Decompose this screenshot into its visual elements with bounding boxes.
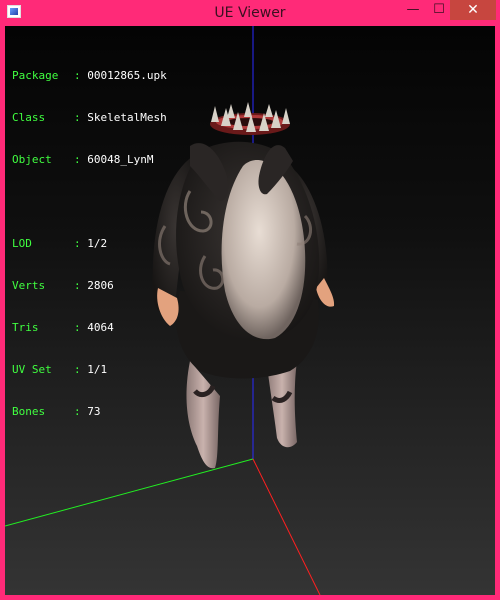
info-key: Object	[12, 153, 52, 166]
info-key: Tris	[12, 321, 39, 334]
info-key: UV Set	[12, 363, 52, 376]
x-axis-line	[252, 458, 321, 595]
y-axis-line	[5, 458, 254, 527]
ue-viewer-window: UE Viewer — ☐ ✕ Package: 00012865.upk C…	[0, 0, 500, 600]
info-key: Bones	[12, 405, 46, 418]
info-value: 00012865.upk	[87, 69, 167, 82]
info-row-uv-set: UV Set: 1/1	[12, 363, 108, 376]
info-row-package: Package: 00012865.upk	[12, 69, 167, 82]
info-row-verts: Verts: 2806	[12, 279, 114, 292]
info-value: SkeletalMesh	[87, 111, 167, 124]
maximize-button[interactable]: ☐	[426, 0, 452, 20]
info-value: 73	[87, 405, 101, 418]
info-row-bones: Bones: 73	[12, 405, 101, 418]
info-row-tris: Tris: 4064	[12, 321, 114, 334]
title-bar[interactable]: UE Viewer — ☐ ✕	[0, 0, 500, 26]
info-key: Package	[12, 69, 59, 82]
info-value: 1/1	[87, 363, 108, 376]
skeletal-mesh-model	[152, 102, 335, 469]
minimize-button[interactable]: —	[400, 0, 426, 20]
info-row-lod: LOD: 1/2	[12, 237, 108, 250]
info-key: Class	[12, 111, 46, 124]
info-key: Verts	[12, 279, 46, 292]
mesh-info-overlay: Package: 00012865.upk Class: SkeletalMes…	[12, 41, 167, 447]
info-row-object: Object: 60048_LynM	[12, 153, 154, 166]
3d-viewport[interactable]: Package: 00012865.upk Class: SkeletalMes…	[5, 26, 495, 595]
close-button[interactable]: ✕	[450, 0, 496, 20]
info-row-class: Class: SkeletalMesh	[12, 111, 167, 124]
info-value: 4064	[87, 321, 114, 334]
info-key: LOD	[12, 237, 32, 250]
info-value: 60048_LynM	[87, 153, 154, 166]
info-value: 1/2	[87, 237, 108, 250]
info-value: 2806	[87, 279, 114, 292]
